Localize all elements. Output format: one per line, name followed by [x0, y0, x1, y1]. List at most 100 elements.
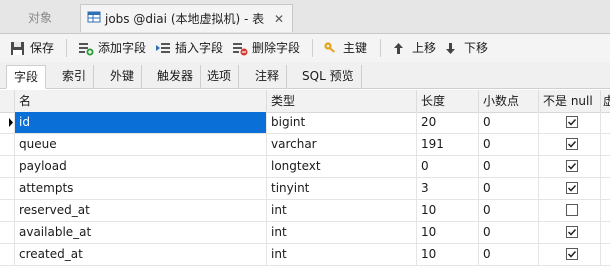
field-name-cell[interactable]: reserved_at: [15, 200, 267, 221]
field-decimals-cell[interactable]: 0: [479, 244, 539, 265]
column-header-length[interactable]: 长度: [417, 90, 479, 112]
field-length-cell[interactable]: 191: [417, 134, 479, 155]
window-tab-bar: 对象 jobs @diai (本地虚拟机) - 表 ✕: [0, 0, 610, 34]
tab-comments[interactable]: 注释: [248, 65, 288, 88]
not-null-cell: [539, 112, 601, 133]
tab-objects-label: 对象: [27, 11, 52, 25]
table-row[interactable]: created_at int 10 0: [0, 244, 610, 266]
table-row[interactable]: reserved_at int 10 0: [0, 200, 610, 222]
row-selector[interactable]: [0, 200, 15, 221]
not-null-checkbox[interactable]: [566, 116, 578, 128]
field-name-cell[interactable]: payload: [15, 156, 267, 177]
field-name-cell[interactable]: attempts: [15, 178, 267, 199]
field-name-cell[interactable]: available_at: [15, 222, 267, 243]
column-header-not-null[interactable]: 不是 null: [539, 90, 601, 112]
tab-fields-label: 字段: [14, 70, 39, 84]
tab-jobs-table[interactable]: jobs @diai (本地虚拟机) - 表 ✕: [80, 4, 293, 32]
field-decimals-cell[interactable]: 0: [479, 112, 539, 133]
field-name-cell[interactable]: queue: [15, 134, 267, 155]
row-selector[interactable]: [0, 178, 15, 199]
save-icon: [11, 42, 24, 55]
not-null-cell: [539, 222, 601, 243]
field-type-cell[interactable]: longtext: [267, 156, 417, 177]
tab-triggers-label: 触发器: [157, 69, 194, 83]
column-header-type[interactable]: 类型: [267, 90, 417, 112]
row-selector[interactable]: [0, 112, 15, 133]
field-decimals-cell[interactable]: 0: [479, 200, 539, 221]
column-header-decimals[interactable]: 小数点: [479, 90, 539, 112]
tab-indexes[interactable]: 索引: [55, 65, 95, 88]
not-null-checkbox[interactable]: [566, 138, 578, 150]
virtual-cell[interactable]: [601, 178, 610, 199]
field-decimals-cell[interactable]: 0: [479, 156, 539, 177]
not-null-checkbox[interactable]: [566, 160, 578, 172]
tab-triggers[interactable]: 触发器: [150, 65, 202, 88]
add-field-label: 添加字段: [98, 41, 147, 55]
column-header-virtual[interactable]: 虚: [601, 90, 610, 112]
table-row[interactable]: attempts tinyint 3 0: [0, 178, 610, 200]
field-decimals-cell[interactable]: 0: [479, 134, 539, 155]
delete-field-label: 删除字段: [252, 41, 301, 55]
row-selector[interactable]: [0, 222, 15, 243]
fields-grid: 名 类型 长度 小数点 不是 null 虚 id bigint 20 0 queue va…: [0, 90, 610, 279]
virtual-cell[interactable]: [601, 222, 610, 243]
field-decimals-cell[interactable]: 0: [479, 222, 539, 243]
key-icon: [324, 42, 335, 53]
tab-objects[interactable]: 对象: [0, 4, 80, 32]
row-pointer-icon: [9, 118, 13, 127]
field-type-cell[interactable]: varchar: [267, 134, 417, 155]
not-null-checkbox[interactable]: [566, 248, 578, 260]
row-selector[interactable]: [0, 244, 15, 265]
checkmark-icon: [567, 250, 577, 258]
virtual-cell[interactable]: [601, 134, 610, 155]
table-row[interactable]: id bigint 20 0: [0, 112, 610, 134]
add-field-icon: [79, 43, 94, 56]
not-null-cell: [539, 200, 601, 221]
tab-sql-preview[interactable]: SQL 预览: [295, 65, 362, 88]
not-null-checkbox[interactable]: [566, 226, 578, 238]
field-type-cell[interactable]: tinyint: [267, 178, 417, 199]
checkmark-icon: [567, 140, 577, 148]
tab-fields[interactable]: 字段: [6, 65, 47, 89]
field-length-cell[interactable]: 10: [417, 222, 479, 243]
field-length-cell[interactable]: 0: [417, 156, 479, 177]
field-length-cell[interactable]: 10: [417, 244, 479, 265]
row-selector[interactable]: [0, 134, 15, 155]
toolbar-divider: [312, 39, 313, 57]
close-icon[interactable]: ✕: [274, 5, 284, 33]
tab-options[interactable]: 选项: [200, 65, 240, 88]
table-icon: [87, 6, 101, 34]
move-down-label: 下移: [464, 41, 489, 55]
table-row[interactable]: available_at int 10 0: [0, 222, 610, 244]
field-type-cell[interactable]: int: [267, 244, 417, 265]
tab-foreign-keys-label: 外键: [110, 69, 135, 83]
field-length-cell[interactable]: 3: [417, 178, 479, 199]
field-type-cell[interactable]: int: [267, 222, 417, 243]
grid-header: 名 类型 长度 小数点 不是 null 虚: [0, 90, 610, 113]
virtual-cell[interactable]: [601, 156, 610, 177]
field-type-cell[interactable]: int: [267, 200, 417, 221]
editor-subtabs: 字段 索引 外键 触发器 选项 注释 SQL 预览: [0, 62, 610, 89]
checkmark-icon: [567, 118, 577, 126]
tab-foreign-keys[interactable]: 外键: [103, 65, 143, 88]
row-selector[interactable]: [0, 156, 15, 177]
virtual-cell[interactable]: [601, 112, 610, 133]
toolbar-divider: [66, 39, 67, 57]
virtual-cell[interactable]: [601, 200, 610, 221]
field-length-cell[interactable]: 20: [417, 112, 479, 133]
not-null-checkbox[interactable]: [566, 204, 578, 216]
header-gutter: [0, 90, 15, 112]
virtual-cell[interactable]: [601, 244, 610, 265]
tab-indexes-label: 索引: [62, 69, 87, 83]
field-length-cell[interactable]: 10: [417, 200, 479, 221]
field-type-cell[interactable]: bigint: [267, 112, 417, 133]
not-null-checkbox[interactable]: [566, 182, 578, 194]
field-decimals-cell[interactable]: 0: [479, 178, 539, 199]
table-row[interactable]: queue varchar 191 0: [0, 134, 610, 156]
column-header-name[interactable]: 名: [15, 90, 267, 112]
field-name-cell[interactable]: id: [15, 112, 267, 133]
table-row[interactable]: payload longtext 0 0: [0, 156, 610, 178]
field-name-cell[interactable]: created_at: [15, 244, 267, 265]
toolbar-divider: [380, 39, 381, 57]
arrow-up-icon: [394, 43, 403, 54]
